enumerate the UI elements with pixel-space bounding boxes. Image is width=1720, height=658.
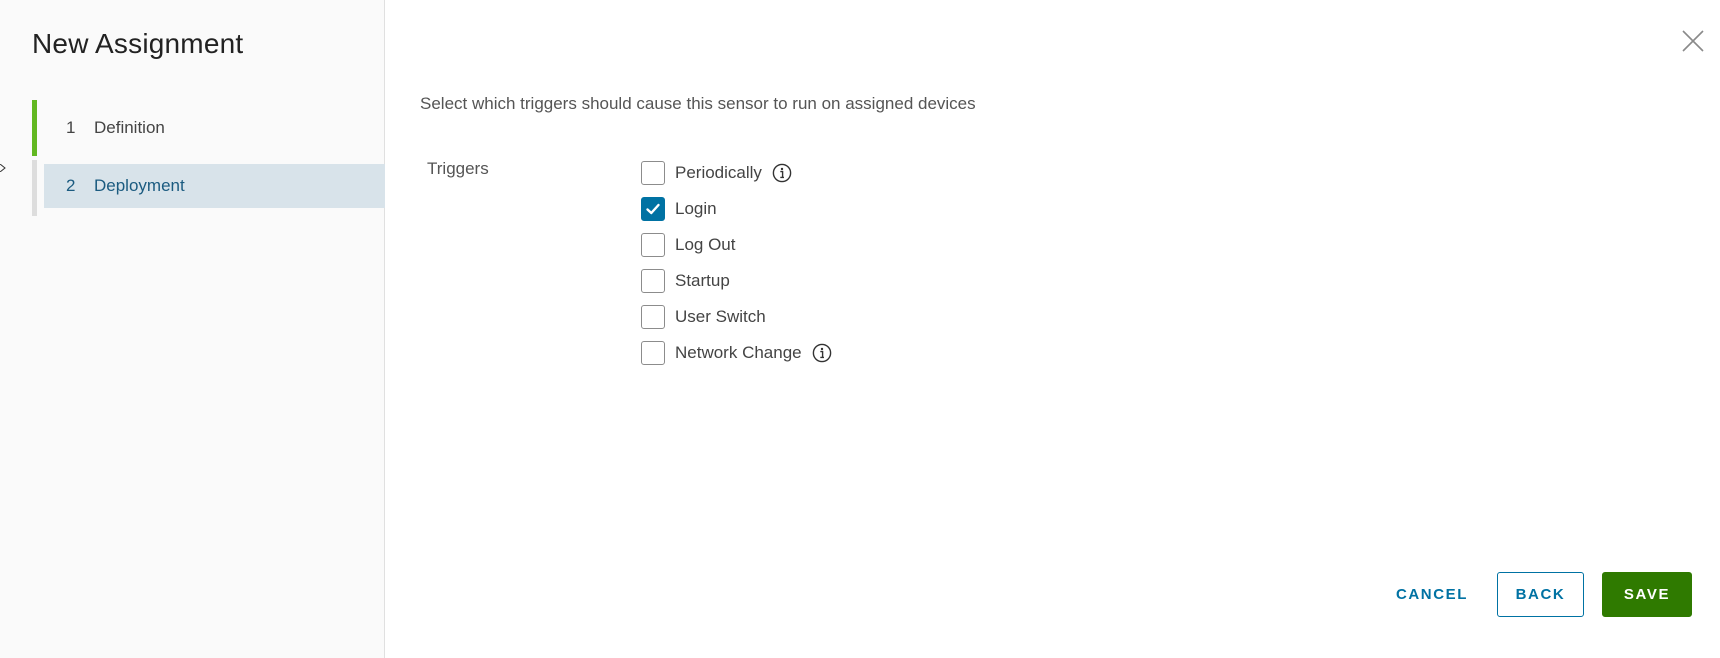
info-icon[interactable] xyxy=(812,343,832,363)
trigger-periodically: Periodically xyxy=(641,155,832,191)
info-icon[interactable] xyxy=(772,163,792,183)
wizard-sidebar: New Assignment 1 Definition 2 Deployment xyxy=(0,0,385,658)
mouse-cursor-icon xyxy=(0,164,6,172)
trigger-user-switch: User Switch xyxy=(641,299,832,335)
trigger-label: Login xyxy=(675,199,717,218)
step-number: 1 xyxy=(66,118,76,137)
periodically-checkbox[interactable] xyxy=(641,161,665,185)
trigger-label: Network Change xyxy=(675,343,802,362)
step-label: Deployment xyxy=(94,176,185,195)
trigger-checkbox-group: Periodically Login Log Out Startup User … xyxy=(641,155,832,371)
login-checkbox[interactable] xyxy=(641,197,665,221)
network-change-checkbox[interactable] xyxy=(641,341,665,365)
new-assignment-modal: New Assignment 1 Definition 2 Deployment xyxy=(0,0,1720,658)
modal-title: New Assignment xyxy=(32,28,244,59)
trigger-label: Startup xyxy=(675,271,730,290)
trigger-label: Log Out xyxy=(675,235,736,254)
step-definition[interactable]: 1 Definition xyxy=(32,100,385,156)
step-progress-rail xyxy=(32,160,37,216)
log-out-checkbox[interactable] xyxy=(641,233,665,257)
cancel-button[interactable]: CANCEL xyxy=(1377,572,1487,617)
trigger-login: Login xyxy=(641,191,832,227)
step-deployment[interactable]: 2 Deployment xyxy=(32,160,385,216)
instructions-text: Select which triggers should cause this … xyxy=(420,94,976,113)
wizard-steps: 1 Definition 2 Deployment xyxy=(32,100,385,216)
step-progress-rail xyxy=(32,100,37,156)
step-number: 2 xyxy=(66,176,76,195)
trigger-label: Periodically xyxy=(675,163,762,182)
checkmark-icon xyxy=(646,203,660,215)
triggers-label: Triggers xyxy=(427,159,489,178)
trigger-network-change: Network Change xyxy=(641,335,832,371)
trigger-label: User Switch xyxy=(675,307,766,326)
close-button[interactable] xyxy=(1680,28,1706,54)
wizard-footer: CANCEL BACK SAVE xyxy=(1377,572,1692,617)
wizard-content: Select which triggers should cause this … xyxy=(385,0,1720,658)
startup-checkbox[interactable] xyxy=(641,269,665,293)
back-button[interactable]: BACK xyxy=(1497,572,1584,617)
user-switch-checkbox[interactable] xyxy=(641,305,665,329)
trigger-log-out: Log Out xyxy=(641,227,832,263)
step-label: Definition xyxy=(94,118,165,137)
close-icon xyxy=(1682,30,1704,52)
save-button[interactable]: SAVE xyxy=(1602,572,1692,617)
trigger-startup: Startup xyxy=(641,263,832,299)
